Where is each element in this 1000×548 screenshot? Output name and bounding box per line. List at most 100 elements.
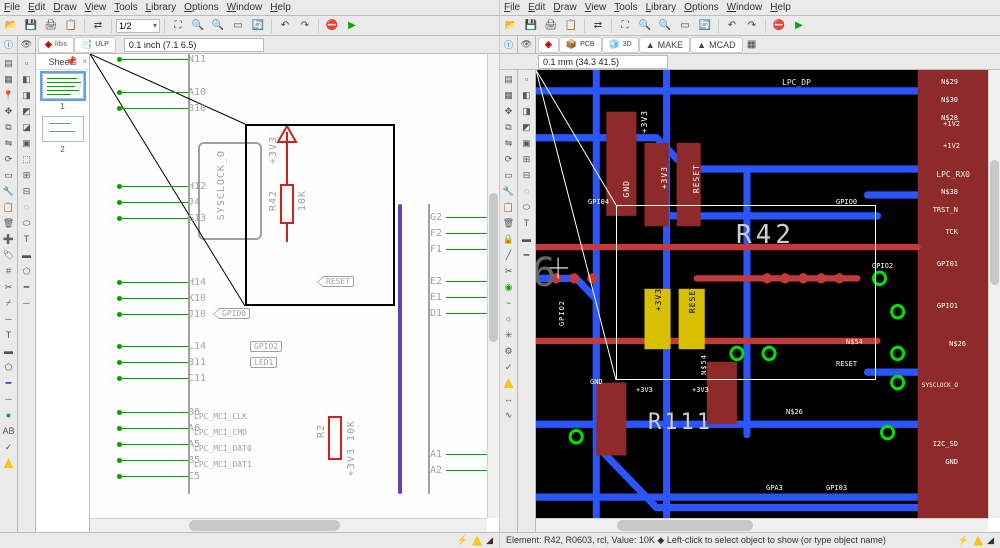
print-button-r[interactable]: 🖨	[542, 18, 560, 34]
scrollbar-v-right[interactable]	[988, 70, 1000, 518]
make-button[interactable]: ▲ MAKE	[639, 37, 690, 53]
menu-tools-r[interactable]: Tools	[614, 2, 637, 13]
zoom-out-button[interactable]: 🔍	[209, 18, 227, 34]
label-icon[interactable]: AB	[2, 424, 16, 438]
rb-10[interactable]: ◌	[20, 200, 34, 214]
rr-errs[interactable]	[502, 376, 516, 390]
scrollbar-h-right[interactable]	[536, 518, 988, 532]
split-icon[interactable]: ⌿	[2, 296, 16, 310]
rrb-8[interactable]: ◌	[520, 184, 534, 198]
undo-button[interactable]: ↶	[276, 18, 294, 34]
text-icon[interactable]: T	[2, 328, 16, 342]
zoom-fit-r[interactable]: ⛶	[616, 18, 634, 34]
menu-view[interactable]: View	[85, 2, 107, 13]
menu-tools[interactable]: Tools	[114, 2, 137, 13]
rr-dim[interactable]: ↔	[502, 392, 516, 406]
rotate-icon[interactable]: ⟳	[2, 152, 16, 166]
rrb-7[interactable]: ⊟	[520, 168, 534, 182]
eye-icon-r[interactable]: 👁	[520, 38, 534, 51]
rb-9[interactable]: ⊟	[20, 184, 34, 198]
mirror-icon[interactable]: ⇋	[2, 136, 16, 150]
rr-move[interactable]: ✥	[502, 104, 516, 118]
change-icon[interactable]: 🔧	[2, 184, 16, 198]
rr-copy[interactable]: ⧉	[502, 120, 516, 134]
scrollbar-v-left[interactable]	[487, 54, 499, 518]
rrb-4[interactable]: ◩	[520, 120, 534, 134]
save-button-r[interactable]: 💾	[522, 18, 540, 34]
menu-edit-r[interactable]: Edit	[528, 2, 545, 13]
info-icon-r[interactable]: ⓘ	[502, 38, 516, 51]
rr-change[interactable]: 🔧	[502, 184, 516, 198]
menu-options-r[interactable]: Options	[684, 2, 718, 13]
mcad-button[interactable]: ▲ MCAD	[690, 37, 742, 53]
menu-file-r[interactable]: File	[504, 2, 520, 13]
rr-group[interactable]: ▭	[502, 168, 516, 182]
go-r[interactable]: ▶	[790, 18, 808, 34]
rrb-9[interactable]: ⬭	[520, 200, 534, 214]
rb-12[interactable]: ▬	[20, 248, 34, 262]
switch-button[interactable]: ⇄	[89, 18, 107, 34]
open-button[interactable]: 📂	[2, 18, 20, 34]
cam-button[interactable]: 📋	[62, 18, 80, 34]
pcb-canvas[interactable]: R42 R111 LPC_DP LPC_RX0 +3V3 GND +3V3 RE…	[536, 70, 988, 518]
menu-window[interactable]: Window	[227, 2, 263, 13]
mark-icon[interactable]: 📍	[2, 88, 16, 102]
rrb-5[interactable]: ▣	[520, 136, 534, 150]
layers-icon[interactable]: ▤	[2, 56, 16, 70]
rect-icon[interactable]: ▬	[2, 344, 16, 358]
rb-1[interactable]: ▫	[20, 56, 34, 70]
name-icon[interactable]: 🏷	[2, 248, 16, 262]
menu-draw[interactable]: Draw	[53, 2, 76, 13]
go-button[interactable]: ▶	[343, 18, 361, 34]
rr-auto[interactable]: ⚙	[502, 344, 516, 358]
menu-options[interactable]: Options	[184, 2, 218, 13]
zoom-sel-r[interactable]: ▭	[676, 18, 694, 34]
origin-input-left[interactable]: 0.1 inch (7.1 6.5)	[124, 38, 264, 52]
menu-window-r[interactable]: Window	[727, 2, 763, 13]
move-icon[interactable]: ✥	[2, 104, 16, 118]
grid-icon[interactable]: ▦	[2, 72, 16, 86]
open-button-r[interactable]: 📂	[502, 18, 520, 34]
resize-icon-r[interactable]: ◢	[987, 535, 994, 546]
rr-paste[interactable]: 📋	[502, 200, 516, 214]
rr-layers[interactable]: ▤	[502, 72, 516, 86]
rrb-6[interactable]: ⊞	[520, 152, 534, 166]
redo-button[interactable]: ↷	[296, 18, 314, 34]
errs-icon[interactable]	[2, 456, 16, 470]
ulp-button[interactable]: 📑ULP	[74, 37, 116, 53]
net-icon[interactable]: ─	[2, 392, 16, 406]
repaint-button[interactable]: 🔄	[249, 18, 267, 34]
rb-7[interactable]: ⬚	[20, 152, 34, 166]
stop-button[interactable]: ⛔	[323, 18, 341, 34]
menu-draw-r[interactable]: Draw	[553, 2, 576, 13]
rb-2[interactable]: ◧	[20, 72, 34, 86]
zoom-select[interactable]: 1/2	[116, 19, 160, 33]
rrb-2[interactable]: ◧	[520, 88, 534, 102]
rrb-3[interactable]: ◨	[520, 104, 534, 118]
rb-3[interactable]: ◨	[20, 88, 34, 102]
sheet-thumb-2[interactable]	[42, 116, 84, 142]
menu-view-r[interactable]: View	[585, 2, 607, 13]
stop-r[interactable]: ⛔	[770, 18, 788, 34]
save-button[interactable]: 💾	[22, 18, 40, 34]
cam-button-r[interactable]: 📋	[562, 18, 580, 34]
menu-edit[interactable]: Edit	[28, 2, 45, 13]
wire-icon[interactable]: ─	[2, 312, 16, 326]
rb-8[interactable]: ⊞	[20, 168, 34, 182]
managed-libs-r[interactable]: ◈	[538, 37, 559, 53]
resize-icon[interactable]: ◢	[486, 535, 493, 546]
junction-icon[interactable]: ●	[2, 408, 16, 422]
paste-icon[interactable]: 📋	[2, 200, 16, 214]
copy-icon[interactable]: ⧉	[2, 120, 16, 134]
rb-15[interactable]: ─	[20, 296, 34, 310]
rb-4[interactable]: ◩	[20, 104, 34, 118]
rr-via[interactable]: ◉	[502, 280, 516, 294]
scrollbar-h-left[interactable]	[90, 518, 487, 532]
group-icon[interactable]: ▭	[2, 168, 16, 182]
rrb-10[interactable]: T	[520, 216, 534, 230]
rr-route[interactable]: ╱	[502, 248, 516, 262]
rr-signal[interactable]: ~	[502, 296, 516, 310]
rr-ripup[interactable]: ✂	[502, 264, 516, 278]
pin-icon[interactable]: 📌	[66, 56, 77, 67]
rr-delete[interactable]: 🗑	[502, 216, 516, 230]
